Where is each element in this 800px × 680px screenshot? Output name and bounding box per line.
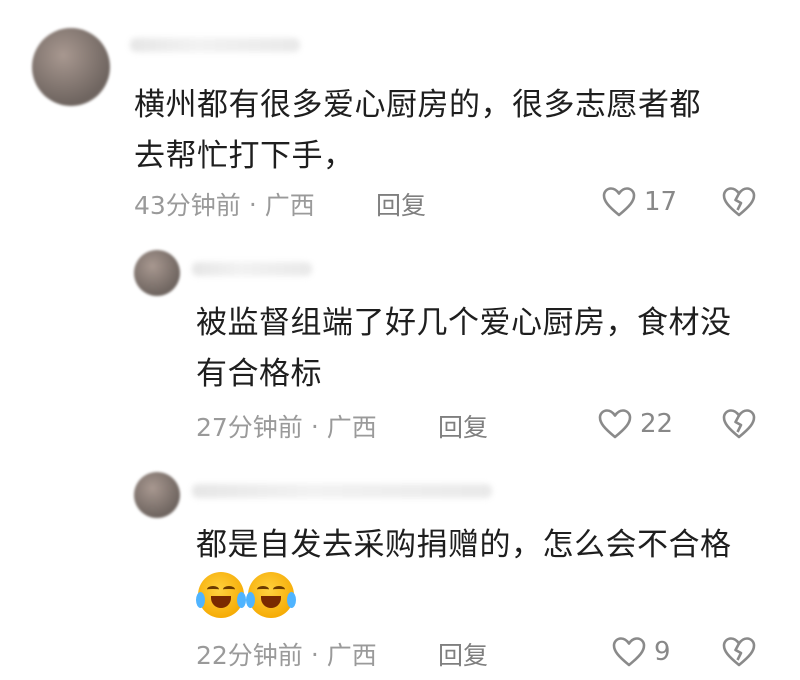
separator: · bbox=[310, 411, 319, 441]
comment-text: 都是自发去采购捐赠的，怎么会不合格 bbox=[196, 527, 732, 563]
comment-text: 横州都有很多爱心厨房的，很多志愿者都 去帮忙打下手， bbox=[134, 87, 701, 174]
like-count: 17 bbox=[644, 187, 678, 217]
crying-laughing-emoji bbox=[196, 572, 246, 618]
avatar[interactable] bbox=[134, 472, 180, 518]
location: 广西 bbox=[326, 641, 377, 670]
like-count: 9 bbox=[654, 637, 671, 667]
location: 广西 bbox=[264, 191, 315, 220]
comment-meta: 22分钟前 · 广西 bbox=[196, 636, 377, 672]
separator: · bbox=[248, 189, 257, 219]
comment-meta: 43分钟前 · 广西 bbox=[134, 186, 315, 222]
like-button[interactable]: 22 bbox=[598, 408, 673, 440]
dislike-button[interactable] bbox=[722, 408, 756, 440]
timestamp: 27分钟前 bbox=[196, 413, 303, 442]
like-button[interactable]: 9 bbox=[612, 636, 671, 668]
timestamp: 43分钟前 bbox=[134, 191, 241, 220]
avatar[interactable] bbox=[32, 28, 110, 106]
separator: · bbox=[310, 639, 319, 669]
reply-button[interactable]: 回复 bbox=[376, 186, 426, 222]
crying-laughing-emoji bbox=[246, 572, 296, 618]
broken-heart-icon bbox=[722, 186, 756, 218]
like-count: 22 bbox=[640, 409, 674, 439]
heart-icon bbox=[598, 408, 632, 440]
timestamp: 22分钟前 bbox=[196, 641, 303, 670]
username-blurred[interactable] bbox=[192, 484, 492, 498]
like-button[interactable]: 17 bbox=[602, 186, 677, 218]
location: 广西 bbox=[326, 413, 377, 442]
comment-meta: 27分钟前 · 广西 bbox=[196, 408, 377, 444]
broken-heart-icon bbox=[722, 636, 756, 668]
reply-button[interactable]: 回复 bbox=[438, 636, 488, 672]
emoji-row bbox=[196, 572, 296, 618]
username-blurred[interactable] bbox=[130, 38, 300, 52]
dislike-button[interactable] bbox=[722, 186, 756, 218]
avatar[interactable] bbox=[134, 250, 180, 296]
heart-icon bbox=[612, 636, 646, 668]
username-blurred[interactable] bbox=[192, 262, 312, 276]
dislike-button[interactable] bbox=[722, 636, 756, 668]
reply-button[interactable]: 回复 bbox=[438, 408, 488, 444]
comment-text: 被监督组端了好几个爱心厨房，食材没 有合格标 bbox=[196, 305, 732, 392]
heart-icon bbox=[602, 186, 636, 218]
broken-heart-icon bbox=[722, 408, 756, 440]
